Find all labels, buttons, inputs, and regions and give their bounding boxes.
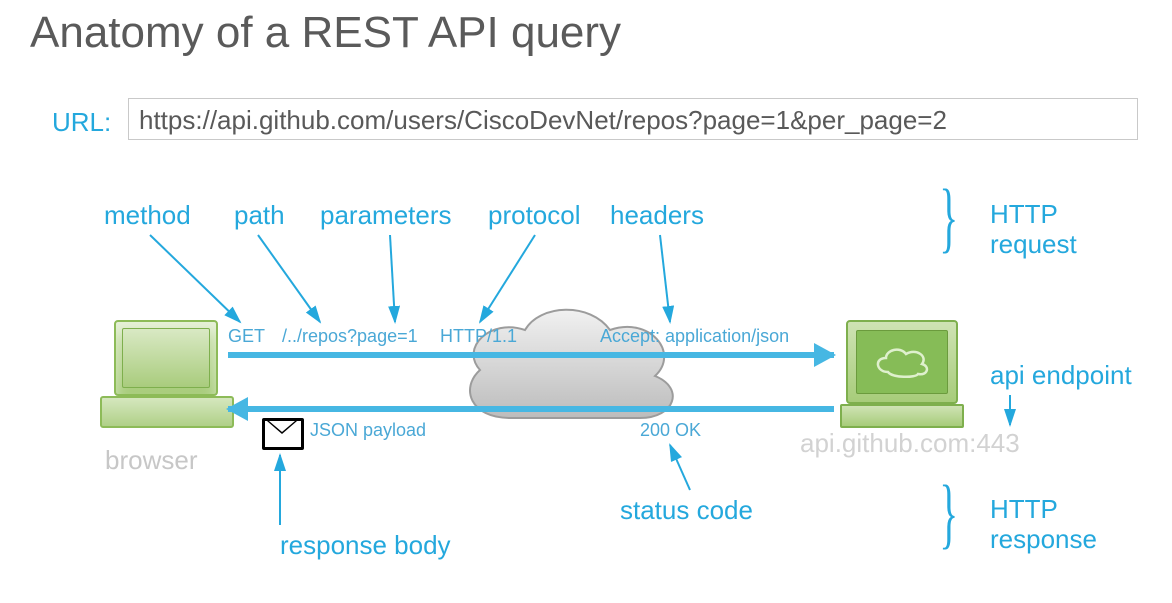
server-label: api.github.com:443	[800, 428, 1020, 459]
url-label: URL:	[52, 107, 111, 138]
callout-parameters: parameters	[320, 200, 452, 231]
callout-protocol: protocol	[488, 200, 581, 231]
callout-api-endpoint: api endpoint	[990, 360, 1132, 391]
request-header-value: Accept: application/json	[600, 326, 789, 347]
server-icon	[840, 320, 960, 430]
callout-path: path	[234, 200, 285, 231]
brace-icon: }	[939, 468, 958, 558]
laptop-icon	[100, 320, 230, 430]
laptop-label: browser	[105, 445, 197, 476]
page-title: Anatomy of a REST API query	[30, 8, 621, 58]
request-arrow	[228, 352, 834, 358]
response-status-value: 200 OK	[640, 420, 701, 441]
callout-method: method	[104, 200, 191, 231]
request-path-value: /../repos?page=1	[282, 326, 418, 347]
brace-icon: }	[939, 172, 958, 262]
envelope-icon	[262, 418, 304, 450]
response-payload-value: JSON payload	[310, 420, 426, 441]
response-arrow	[228, 406, 834, 412]
callout-response-body: response body	[280, 530, 451, 561]
request-method-value: GET	[228, 326, 265, 347]
callout-headers: headers	[610, 200, 704, 231]
diagram-stage: Anatomy of a REST API query URL: https:/…	[0, 0, 1172, 603]
callout-status-code: status code	[620, 495, 753, 526]
request-protocol-value: HTTP/1.1	[440, 326, 517, 347]
http-request-label: HTTP request	[990, 200, 1077, 260]
http-response-label: HTTP response	[990, 495, 1097, 555]
url-box: https://api.github.com/users/CiscoDevNet…	[128, 98, 1138, 140]
